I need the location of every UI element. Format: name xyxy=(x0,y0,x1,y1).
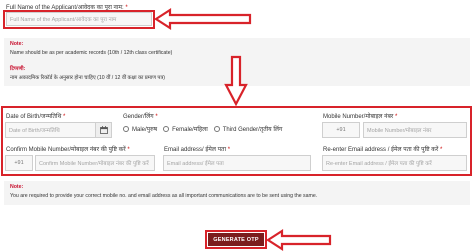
dob-placeholder: Date of Birth/जन्मतिथि xyxy=(9,128,60,134)
note-text: You are required to provide your correct… xyxy=(10,193,318,199)
dob-label: Date of Birth/जन्मतिथि * xyxy=(6,114,66,120)
note-title: Note: xyxy=(10,41,24,47)
email-input[interactable]: Email address/ ईमेल पता xyxy=(163,155,311,171)
gender-label: Gender/लिंग * xyxy=(123,114,158,120)
arrow-left-icon xyxy=(265,228,332,252)
radio-male-label: Male/पुरुष xyxy=(132,127,158,133)
gender-options: Male/पुरुष Female/महिला Third Gender/तृत… xyxy=(123,125,282,133)
confirm-mobile-prefix: +91 xyxy=(5,155,33,171)
full-name-input[interactable]: Full Name of the Applicant/आवेदक का पूरा… xyxy=(6,12,152,26)
arrow-left-icon xyxy=(153,7,252,31)
note-title: Note: xyxy=(10,184,24,190)
note-contact-info: Note: You are required to provide your c… xyxy=(4,181,470,205)
generate-otp-button[interactable]: GENERATE OTP xyxy=(208,233,264,246)
note-text-hi: नाम अकादमिक रिकॉर्ड के अनुसार होना चाहिए… xyxy=(10,75,165,81)
reenter-email-input[interactable]: Re-enter Email address / ईमेल पता की पुष… xyxy=(322,155,467,171)
calendar-icon xyxy=(99,126,108,134)
arrow-down-icon xyxy=(224,55,248,107)
calendar-button[interactable] xyxy=(95,122,112,138)
mobile-input[interactable]: Mobile Number/मोबाइल नंबर xyxy=(363,122,467,138)
radio-third-gender[interactable] xyxy=(213,126,220,132)
reenter-email-label: Re-enter Email address / ईमेल पता की पुष… xyxy=(323,147,443,153)
note-title-hi: टिप्पणी: xyxy=(10,66,26,72)
mobile-prefix: +91 xyxy=(322,122,360,138)
note-text-en: Name should be as per academic records (… xyxy=(10,50,173,56)
radio-female[interactable] xyxy=(163,126,170,132)
confirm-mobile-label: Confirm Mobile Number/मोबाइल नंबर की पुष… xyxy=(6,147,130,153)
email-label: Email address/ ईमेल पता * xyxy=(164,147,231,153)
mobile-label: Mobile Number/मोबाइल नंबर * xyxy=(323,114,398,120)
radio-male[interactable] xyxy=(123,126,129,132)
confirm-mobile-input[interactable]: Confirm Mobile Number/मोबाइल नंबर की पुष… xyxy=(35,155,155,171)
radio-female-label: Female/महिला xyxy=(172,127,208,133)
radio-third-gender-label: Third Gender/तृतीय लिंग xyxy=(222,127,283,133)
